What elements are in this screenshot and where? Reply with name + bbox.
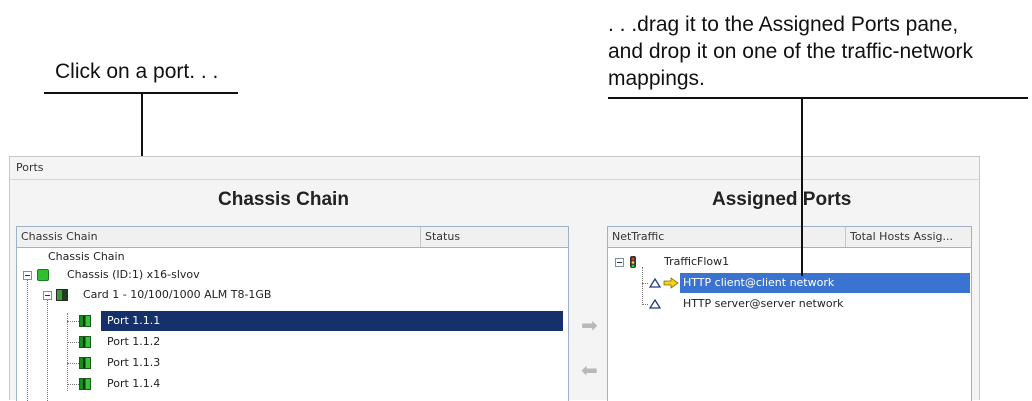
tree-line <box>67 321 79 322</box>
assigned-ports-grid[interactable]: NetTraffic Total Hosts Assig... TrafficF… <box>607 226 972 401</box>
port-icon <box>79 357 91 369</box>
port-icon <box>79 336 91 348</box>
tree-item-card[interactable]: Card 1 - 10/100/1000 ALM T8-1GB <box>83 287 271 303</box>
tree-item-port-1-1-2[interactable]: Port 1.1.2 <box>107 334 160 350</box>
tree-item-port-1-1-4[interactable]: Port 1.1.4 <box>107 376 160 392</box>
right-callout-underline <box>608 97 1028 99</box>
ports-panel: Ports Chassis Chain Assigned Ports Chass… <box>9 156 980 401</box>
right-callout-pointer <box>801 98 803 276</box>
collapse-chassis-toggle[interactable] <box>23 271 32 280</box>
tree-line <box>67 384 79 385</box>
mapping-http-server[interactable]: HTTP server@server network <box>683 296 843 312</box>
tree-line <box>642 283 648 284</box>
port-icon <box>79 378 91 390</box>
tree-root-chassis-chain[interactable]: Chassis Chain <box>48 249 125 265</box>
right-callout-line-3: mappings. <box>608 67 705 90</box>
tree-item-port-1-1-1[interactable]: Port 1.1.1 <box>107 313 160 329</box>
tree-line <box>27 275 28 401</box>
column-header-status[interactable]: Status <box>421 227 568 247</box>
tree-item-port-1-1-3[interactable]: Port 1.1.3 <box>107 355 160 371</box>
tree-line <box>67 342 79 343</box>
tree-line <box>642 267 643 305</box>
mapping-http-client[interactable]: HTTP client@client network <box>683 275 834 291</box>
card-icon <box>56 289 68 301</box>
tree-line <box>67 313 68 391</box>
drop-arrow-icon <box>663 277 679 289</box>
chassis-icon <box>37 269 49 281</box>
left-callout-text: Click on a port. . . <box>55 60 219 83</box>
assigned-ports-title: Assigned Ports <box>712 189 852 210</box>
unassign-port-arrow-icon[interactable]: ⬅ <box>581 360 598 380</box>
assign-port-arrow-icon[interactable]: ➡ <box>581 315 598 335</box>
column-header-nettraffic[interactable]: NetTraffic <box>608 227 846 247</box>
right-callout-line-2: and drop it on one of the traffic-networ… <box>608 40 973 63</box>
selected-port-highlight <box>101 311 563 331</box>
assigned-grid-header: NetTraffic Total Hosts Assig... <box>608 227 971 248</box>
traffic-flow-icon <box>630 256 636 268</box>
right-callout-line-1: . . .drag it to the Assigned Ports pane, <box>608 13 959 36</box>
tree-item-trafficflow1[interactable]: TrafficFlow1 <box>664 254 729 270</box>
tree-line <box>67 363 79 364</box>
tree-line <box>642 304 648 305</box>
port-icon <box>79 315 91 327</box>
collapse-card-toggle[interactable] <box>43 291 52 300</box>
network-icon <box>649 278 661 288</box>
tree-item-chassis[interactable]: Chassis (ID:1) x16-slvov <box>67 267 200 283</box>
chassis-chain-title: Chassis Chain <box>218 189 349 210</box>
column-header-chassis-chain[interactable]: Chassis Chain <box>17 227 421 247</box>
network-icon <box>649 299 661 309</box>
collapse-flow-toggle[interactable] <box>615 258 624 267</box>
panel-divider <box>10 179 979 180</box>
chassis-grid-header: Chassis Chain Status <box>17 227 568 248</box>
ports-panel-label: Ports <box>16 161 44 174</box>
tree-line <box>47 293 48 401</box>
column-header-total-hosts[interactable]: Total Hosts Assig... <box>846 227 971 247</box>
chassis-chain-grid[interactable]: Chassis Chain Status Chassis Chain Chass… <box>16 226 569 401</box>
